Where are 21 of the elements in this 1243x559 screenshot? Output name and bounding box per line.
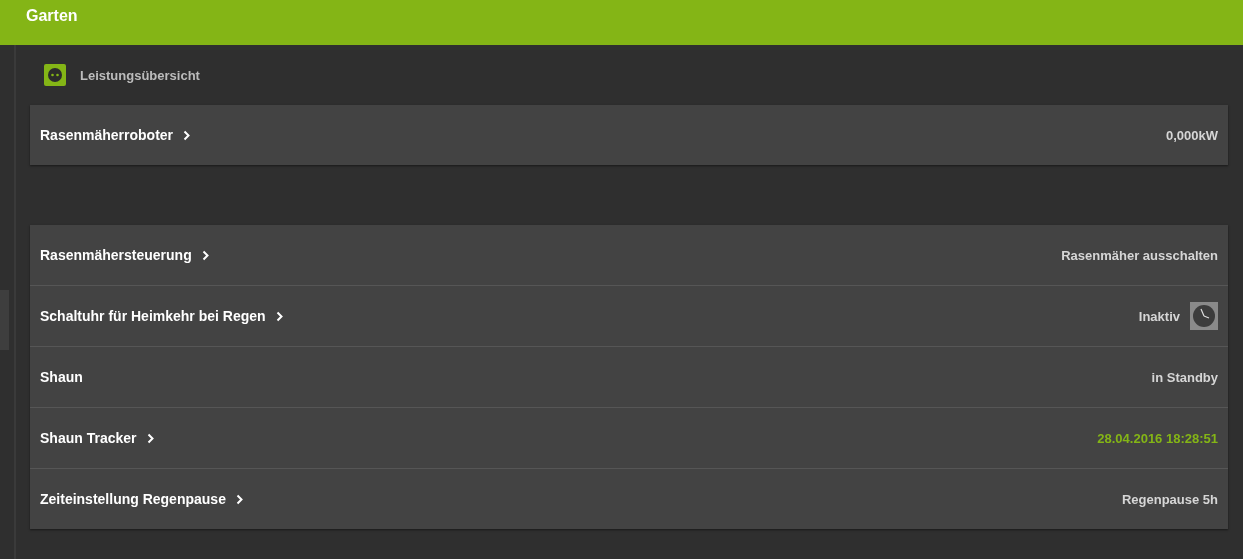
row-value: 0,000kW xyxy=(1165,127,1218,143)
chevron-icon[interactable] xyxy=(201,249,209,261)
chevron-icon[interactable] xyxy=(183,129,191,141)
row-label[interactable]: Schaltuhr für Heimkehr bei Regen xyxy=(40,308,266,324)
power-socket-icon xyxy=(44,64,66,86)
clock-icon[interactable] xyxy=(1190,302,1218,330)
section-label: Leistungsübersicht xyxy=(80,67,200,83)
row-value: in Standby xyxy=(1151,369,1218,385)
chevron-icon[interactable] xyxy=(275,310,283,322)
row-label: Shaun xyxy=(40,369,83,385)
row-value: Inaktiv xyxy=(1138,308,1180,324)
page-title: Garten xyxy=(26,7,78,25)
row-value: 28.04.2016 18:28:51 xyxy=(1097,430,1218,446)
row-label[interactable]: Rasenmähersteuerung xyxy=(40,247,192,263)
row-label[interactable]: Rasenmäherroboter xyxy=(40,127,174,143)
row-label[interactable]: Shaun Tracker xyxy=(40,430,137,446)
chevron-icon[interactable] xyxy=(146,432,154,444)
row-label[interactable]: Zeiteinstellung Regenpause xyxy=(40,491,226,507)
row-value: Rasenmäher ausschalten xyxy=(1061,247,1218,263)
row-value: Regenpause 5h xyxy=(1121,491,1218,507)
chevron-icon[interactable] xyxy=(235,493,243,505)
